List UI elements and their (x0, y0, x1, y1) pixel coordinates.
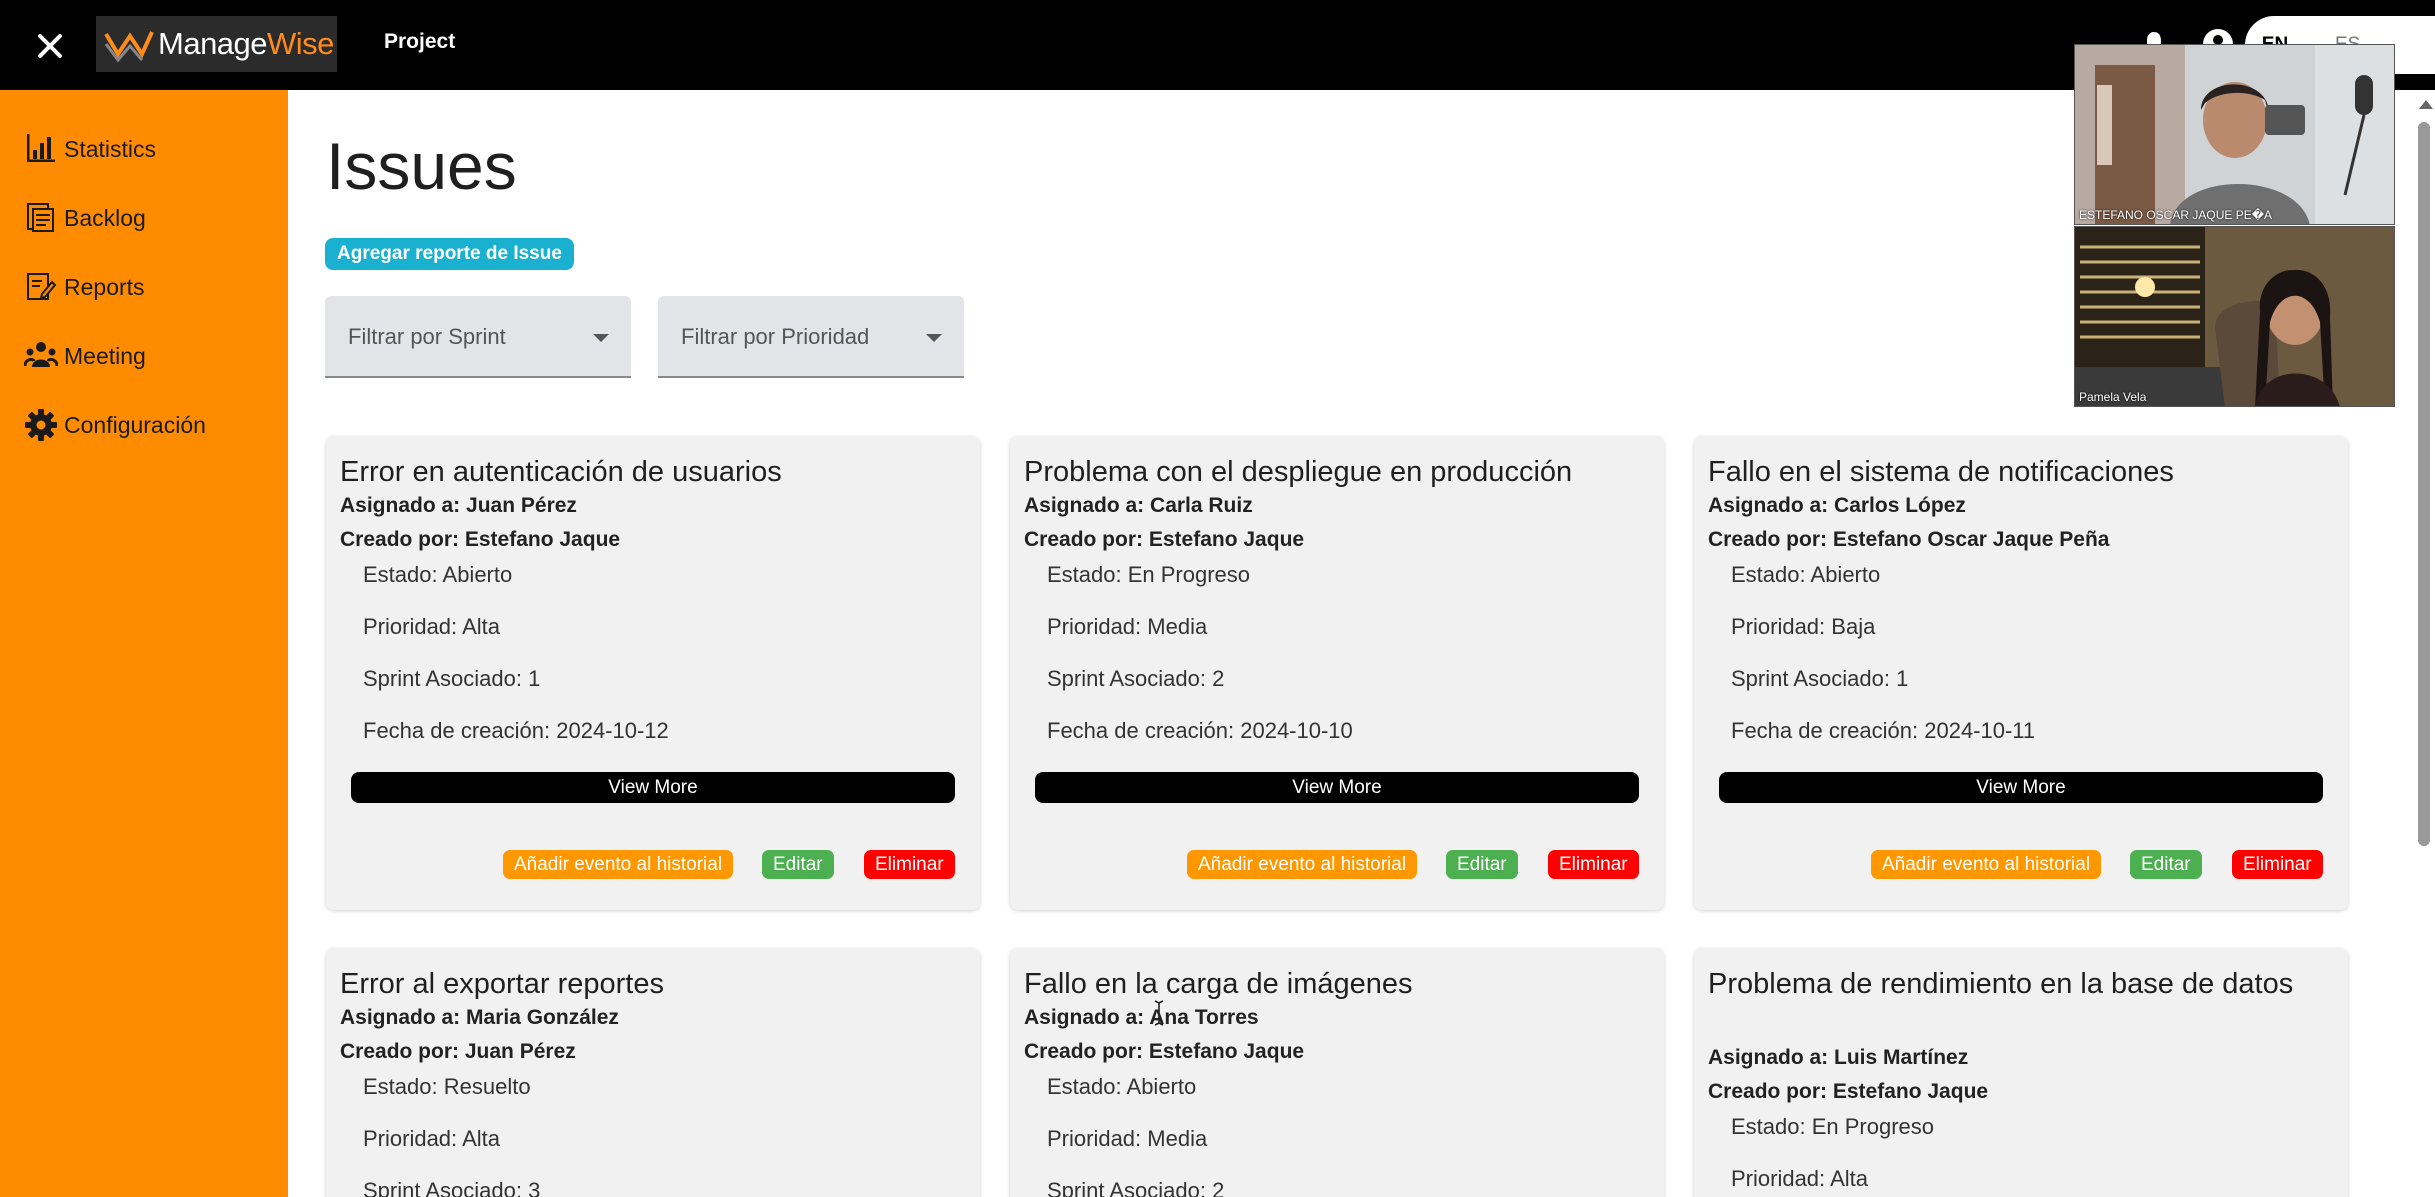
issue-sprint: Sprint Asociado: 3 (363, 1178, 541, 1197)
issue-created-by: Creado por: Estefano Jaque (1024, 1040, 1305, 1063)
issue-status: Estado: En Progreso (1047, 562, 1251, 587)
issue-title: Fallo en la carga de imágenes (1024, 968, 1413, 1000)
delete-button[interactable]: Eliminar (864, 850, 955, 879)
issue-created-by: Creado por: Estefano Oscar Jaque Peña (1708, 528, 2110, 551)
issue-status: Estado: Abierto (1731, 562, 1881, 587)
issue-priority: Prioridad: Alta (363, 1126, 500, 1151)
add-history-event-button[interactable]: Añadir evento al historial (503, 850, 734, 879)
participant-name: Pamela Vela (2079, 390, 2147, 404)
delete-button[interactable]: Eliminar (2232, 850, 2323, 879)
sidebar-item-label: Reports (64, 273, 145, 300)
video-tile-participant-2[interactable]: Pamela Vela (2074, 226, 2395, 407)
issue-title: Fallo en el sistema de notificaciones (1708, 456, 2174, 488)
issue-priority: Prioridad: Media (1047, 614, 1208, 639)
sidebar-item-backlog[interactable]: Backlog (24, 201, 146, 235)
view-more-button[interactable]: View More (351, 772, 955, 803)
gear-icon (25, 409, 57, 441)
edit-button[interactable]: Editar (762, 850, 834, 879)
meeting-icon (24, 342, 58, 367)
sidebar-item-configuracion[interactable]: Configuración (24, 408, 206, 442)
issue-created-by: Creado por: Estefano Jaque (1708, 1080, 1989, 1103)
issue-priority: Prioridad: Alta (1731, 1166, 1868, 1191)
scrollbar-thumb[interactable] (2418, 122, 2430, 846)
dropdown-arrow-icon (593, 334, 609, 342)
issue-assigned: Asignado a: Juan Pérez (340, 494, 577, 517)
sidebar-item-label: Configuración (64, 411, 206, 438)
filter-priority-select[interactable]: Filtrar por Prioridad (658, 296, 964, 378)
logo-text: ManageWise (158, 26, 334, 61)
sidebar-item-reports[interactable]: Reports (24, 270, 145, 304)
issue-status: Estado: Abierto (363, 562, 513, 587)
view-more-button[interactable]: View More (1035, 772, 1639, 803)
add-issue-report-button[interactable]: Agregar reporte de Issue (325, 238, 574, 270)
dropdown-arrow-icon (926, 334, 942, 342)
issue-date: Fecha de creación: 2024-10-10 (1047, 718, 1353, 743)
issue-title: Problema de rendimiento en la base de da… (1708, 968, 2294, 1000)
delete-button[interactable]: Eliminar (1548, 850, 1639, 879)
issue-created-by: Creado por: Juan Pérez (340, 1040, 576, 1063)
issue-sprint: Sprint Asociado: 2 (1047, 1178, 1225, 1197)
sidebar-item-label: Statistics (64, 135, 157, 162)
page-title: Issues (326, 129, 517, 203)
project-link[interactable]: Project (384, 30, 455, 54)
issue-assigned: Asignado a: Ana Torres (1024, 1006, 1259, 1029)
issue-status: Estado: Resuelto (363, 1074, 531, 1099)
participant-video-feed (2075, 45, 2394, 224)
issue-date: Fecha de creación: 2024-10-12 (363, 718, 669, 743)
backlog-icon (27, 203, 54, 232)
add-history-event-button[interactable]: Añadir evento al historial (1871, 850, 2102, 879)
sidebar-item-label: Backlog (64, 204, 146, 231)
issue-card: Problema de rendimiento en la base de da… (1694, 948, 2348, 1197)
issue-sprint: Sprint Asociado: 2 (1047, 666, 1225, 691)
issue-priority: Prioridad: Alta (363, 614, 500, 639)
issue-status: Estado: Abierto (1047, 1074, 1197, 1099)
filter-sprint-select[interactable]: Filtrar por Sprint (325, 296, 631, 378)
report-edit-icon (27, 273, 57, 300)
issue-sprint: Sprint Asociado: 1 (1731, 666, 1909, 691)
filter-label: Filtrar por Prioridad (681, 324, 870, 349)
close-icon[interactable] (30, 26, 70, 66)
issue-title: Error en autenticación de usuarios (340, 456, 782, 488)
add-history-event-button[interactable]: Añadir evento al historial (1187, 850, 1418, 879)
issue-sprint: Sprint Asociado: 1 (363, 666, 541, 691)
scroll-up-arrow-icon[interactable] (2419, 100, 2433, 109)
issue-assigned: Asignado a: Maria González (340, 1006, 619, 1029)
filter-label: Filtrar por Sprint (348, 324, 506, 349)
issue-created-by: Creado por: Estefano Jaque (340, 528, 621, 551)
edit-button[interactable]: Editar (1446, 850, 1518, 879)
text-cursor-icon (1154, 1000, 1164, 1026)
participant-video-feed (2075, 227, 2394, 406)
view-more-button[interactable]: View More (1719, 772, 2323, 803)
bar-chart-icon (27, 134, 55, 162)
issue-priority: Prioridad: Baja (1731, 614, 1876, 639)
sidebar: Statistics Backlog Reports Meeting Confi… (0, 90, 288, 1197)
issue-card: Error al exportar reportes Asignado a: M… (326, 948, 980, 1197)
issue-created-by: Creado por: Estefano Jaque (1024, 528, 1305, 551)
sidebar-item-statistics[interactable]: Statistics (24, 132, 156, 166)
issue-assigned: Asignado a: Luis Martínez (1708, 1046, 1969, 1069)
issue-priority: Prioridad: Media (1047, 1126, 1208, 1151)
sidebar-item-label: Meeting (64, 342, 146, 369)
logo-mark-icon (104, 31, 154, 63)
app-window: ManageWise Project EN ES Statistics Back… (0, 0, 2435, 1197)
issue-assigned: Asignado a: Carlos López (1708, 494, 1966, 517)
issue-status: Estado: En Progreso (1731, 1114, 1935, 1139)
issue-card: Fallo en el sistema de notificaciones As… (1694, 436, 2348, 910)
participant-name: ESTEFANO OSCAR JAQUE PE�A (2079, 208, 2273, 222)
video-tile-participant-1[interactable]: ESTEFANO OSCAR JAQUE PE�A (2074, 44, 2395, 225)
issue-card: Problema con el despliegue en producción… (1010, 436, 1664, 910)
top-bar: ManageWise Project EN ES (0, 0, 2435, 90)
issue-title: Error al exportar reportes (340, 968, 664, 1000)
sidebar-item-meeting[interactable]: Meeting (24, 339, 146, 373)
issue-card: Fallo en la carga de imágenes Asignado a… (1010, 948, 1664, 1197)
managewise-logo[interactable]: ManageWise (96, 16, 337, 72)
issue-title: Problema con el despliegue en producción (1024, 456, 1573, 488)
issue-card: Error en autenticación de usuarios Asign… (326, 436, 980, 910)
edit-button[interactable]: Editar (2130, 850, 2202, 879)
issue-date: Fecha de creación: 2024-10-11 (1731, 718, 2036, 743)
issue-assigned: Asignado a: Carla Ruiz (1024, 494, 1253, 517)
